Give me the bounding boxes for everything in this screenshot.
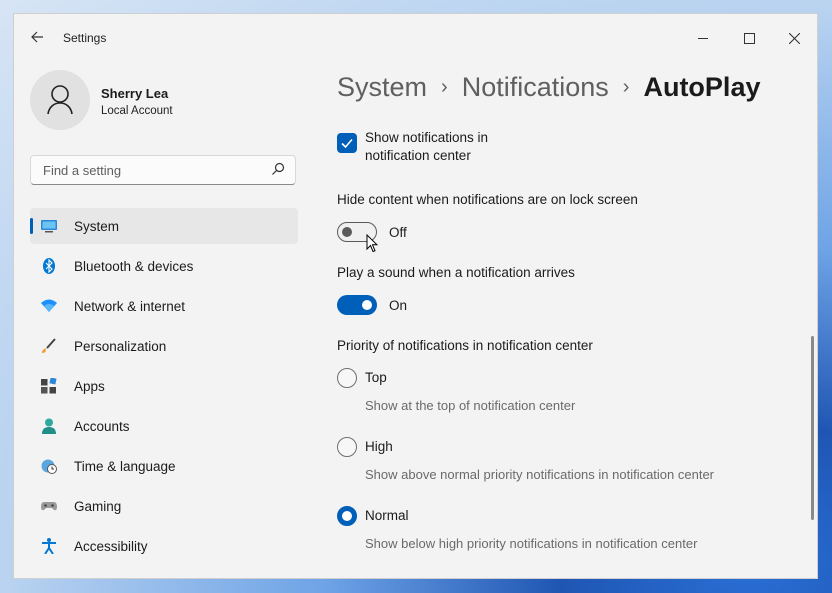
mouse-cursor-icon (366, 233, 379, 258)
sidebar-item-personalization[interactable]: Personalization (30, 328, 298, 364)
priority-normal-radio[interactable] (337, 506, 357, 526)
sidebar-item-gaming[interactable]: Gaming (30, 488, 298, 524)
system-icon (41, 218, 57, 234)
clock-globe-icon (41, 458, 57, 474)
back-arrow-icon[interactable] (27, 28, 47, 48)
sidebar-nav: System Bluetooth & devices Network & int… (30, 208, 298, 568)
breadcrumb-notifications[interactable]: Notifications (462, 72, 609, 102)
app-title: Settings (63, 31, 107, 45)
play-sound-toggle[interactable] (337, 295, 377, 315)
priority-normal-desc: Show below high priority notifications i… (365, 536, 698, 551)
search-icon[interactable] (271, 162, 285, 181)
sidebar-item-accessibility[interactable]: Accessibility (30, 528, 298, 564)
person-icon (47, 85, 73, 115)
scrollbar[interactable] (811, 336, 814, 520)
user-name: Sherry Lea (101, 86, 169, 101)
breadcrumb-system[interactable]: System (337, 72, 427, 102)
sidebar-item-time-language[interactable]: Time & language (30, 448, 298, 484)
settings-window: Settings Sherry Lea Local Account System (13, 13, 818, 579)
account-type: Local Account (101, 105, 173, 117)
priority-top-desc: Show at the top of notification center (365, 398, 576, 413)
sidebar-item-label: Accounts (74, 419, 130, 434)
sidebar-item-label: System (74, 219, 120, 234)
sidebar-item-label: Network & internet (74, 299, 186, 314)
toggle-knob (342, 227, 352, 237)
bluetooth-icon (41, 258, 57, 274)
show-notifications-label: Show notifications in notification cente… (365, 130, 489, 163)
search-box[interactable] (30, 155, 296, 185)
play-sound-state: On (389, 298, 408, 313)
minimize-icon (698, 37, 708, 39)
sidebar-item-network[interactable]: Network & internet (30, 288, 298, 324)
sidebar-item-label: Accessibility (74, 539, 148, 554)
close-button[interactable] (771, 22, 817, 52)
maximize-icon (743, 32, 755, 44)
priority-high-radio[interactable] (337, 437, 357, 457)
breadcrumb-separator: › (441, 76, 448, 98)
priority-top-label: Top (365, 370, 387, 385)
sidebar-item-label: Apps (74, 379, 105, 394)
sidebar-item-label: Gaming (74, 499, 122, 514)
sidebar-item-bluetooth[interactable]: Bluetooth & devices (30, 248, 298, 284)
minimize-button[interactable] (680, 22, 726, 52)
priority-high-desc: Show above normal priority notifications… (365, 467, 715, 482)
page-title: AutoPlay (643, 72, 761, 102)
priority-normal-label: Normal (365, 508, 409, 523)
priority-top-radio[interactable] (337, 368, 357, 388)
sidebar-item-apps[interactable]: Apps (30, 368, 298, 404)
wifi-icon (41, 298, 57, 314)
sidebar-item-label: Personalization (74, 339, 167, 354)
maximize-button[interactable] (726, 22, 772, 52)
brush-icon (41, 338, 57, 354)
play-sound-label: Play a sound when a notification arrives (337, 265, 575, 280)
sidebar-item-accounts[interactable]: Accounts (30, 408, 298, 444)
priority-high-label: High (365, 439, 393, 454)
sidebar-item-label: Time & language (74, 459, 176, 474)
person-icon (41, 418, 57, 434)
priority-label: Priority of notifications in notificatio… (337, 338, 593, 353)
breadcrumb: System › Notifications › AutoPlay (337, 72, 760, 103)
apps-icon (41, 377, 57, 394)
toggle-knob (362, 300, 372, 310)
show-notifications-checkbox[interactable] (337, 133, 357, 153)
gamepad-icon (41, 498, 57, 514)
hide-content-label: Hide content when notifications are on l… (337, 192, 638, 207)
close-icon (788, 32, 800, 45)
accessibility-icon (41, 538, 57, 555)
avatar[interactable] (30, 70, 90, 130)
sidebar-item-system[interactable]: System (30, 208, 298, 244)
breadcrumb-separator: › (622, 76, 630, 98)
title-bar: Settings (14, 14, 817, 60)
checkmark-icon (341, 138, 353, 149)
hide-content-state: Off (389, 225, 407, 240)
sidebar-item-label: Bluetooth & devices (74, 259, 194, 274)
search-input[interactable] (41, 162, 265, 179)
